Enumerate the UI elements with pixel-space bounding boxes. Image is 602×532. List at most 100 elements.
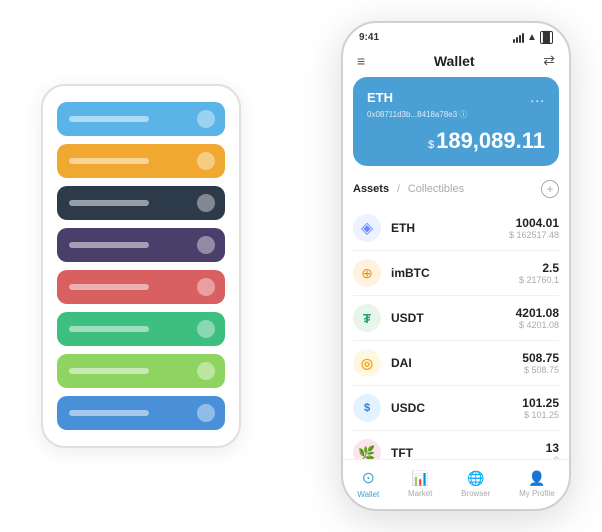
card-text-line bbox=[69, 158, 149, 164]
card-icon bbox=[197, 278, 215, 296]
tft-values: 13 0 bbox=[546, 441, 559, 459]
card-icon bbox=[197, 236, 215, 254]
menu-icon[interactable]: ≡ bbox=[357, 53, 365, 69]
imbtc-icon: ⊕ bbox=[353, 259, 381, 287]
scene: 9:41 ▲ █ ≡ Wallet ⇄ ETH bbox=[11, 11, 591, 521]
usdt-usd: $ 4201.08 bbox=[516, 320, 559, 330]
card-item[interactable] bbox=[57, 186, 225, 220]
eth-card-currency: $ bbox=[428, 139, 434, 151]
asset-list: ◈ ETH 1004.01 $ 162517.48 ⊕ imBTC 2.5 $ … bbox=[353, 206, 559, 459]
assets-header: Assets / Collectibles + bbox=[353, 176, 559, 206]
eth-card-header: ETH ... bbox=[367, 89, 545, 105]
phone-content: ETH ... 0x08711d3b...8418a78e3 ⓘ $189,08… bbox=[343, 77, 569, 459]
eth-symbol: ETH bbox=[391, 221, 509, 235]
eth-values: 1004.01 $ 162517.48 bbox=[509, 216, 559, 240]
market-nav-icon: 📊 bbox=[411, 470, 428, 487]
assets-tabs: Assets / Collectibles bbox=[353, 183, 464, 195]
dai-values: 508.75 $ 508.75 bbox=[522, 351, 559, 375]
profile-nav-label: My Profile bbox=[519, 489, 555, 498]
card-icon bbox=[197, 320, 215, 338]
dai-symbol: DAI bbox=[391, 356, 522, 370]
eth-card-address: 0x08711d3b...8418a78e3 ⓘ bbox=[367, 109, 545, 120]
usdt-icon: ₮ bbox=[353, 304, 381, 332]
tft-amount: 13 bbox=[546, 441, 559, 455]
card-item[interactable] bbox=[57, 312, 225, 346]
card-item[interactable] bbox=[57, 102, 225, 136]
usdc-symbol: USDC bbox=[391, 401, 522, 415]
eth-usd: $ 162517.48 bbox=[509, 230, 559, 240]
nav-browser[interactable]: 🌐 Browser bbox=[461, 470, 490, 498]
eth-card[interactable]: ETH ... 0x08711d3b...8418a78e3 ⓘ $189,08… bbox=[353, 77, 559, 166]
scan-icon[interactable]: ⇄ bbox=[543, 52, 555, 69]
usdt-amount: 4201.08 bbox=[516, 306, 559, 320]
tab-separator: / bbox=[397, 184, 400, 195]
usdc-icon: $ bbox=[353, 394, 381, 422]
phone-header: ≡ Wallet ⇄ bbox=[343, 48, 569, 77]
status-time: 9:41 bbox=[359, 32, 379, 43]
card-item[interactable] bbox=[57, 270, 225, 304]
wifi-icon: ▲ bbox=[527, 32, 537, 43]
wallet-nav-label: Wallet bbox=[357, 490, 379, 499]
card-icon bbox=[197, 194, 215, 212]
eth-card-menu[interactable]: ... bbox=[530, 89, 545, 105]
card-icon bbox=[197, 152, 215, 170]
card-item[interactable] bbox=[57, 144, 225, 178]
usdc-amount: 101.25 bbox=[522, 396, 559, 410]
dai-icon: ◎ bbox=[353, 349, 381, 377]
tab-assets[interactable]: Assets bbox=[353, 183, 389, 195]
usdt-symbol: USDT bbox=[391, 311, 516, 325]
dai-usd: $ 508.75 bbox=[522, 365, 559, 375]
eth-icon: ◈ bbox=[353, 214, 381, 242]
asset-row-tft[interactable]: 🌿 TFT 13 0 bbox=[353, 431, 559, 459]
eth-amount: 1004.01 bbox=[509, 216, 559, 230]
asset-row-imbtc[interactable]: ⊕ imBTC 2.5 $ 21760.1 bbox=[353, 251, 559, 296]
usdt-values: 4201.08 $ 4201.08 bbox=[516, 306, 559, 330]
add-asset-button[interactable]: + bbox=[541, 180, 559, 198]
card-icon bbox=[197, 404, 215, 422]
battery-icon: █ bbox=[540, 31, 553, 44]
card-text-line bbox=[69, 410, 149, 416]
card-stack bbox=[41, 84, 241, 448]
page-title: Wallet bbox=[434, 53, 475, 69]
card-item[interactable] bbox=[57, 228, 225, 262]
card-item[interactable] bbox=[57, 354, 225, 388]
asset-row-dai[interactable]: ◎ DAI 508.75 $ 508.75 bbox=[353, 341, 559, 386]
phone-frame: 9:41 ▲ █ ≡ Wallet ⇄ ETH bbox=[341, 21, 571, 511]
nav-market[interactable]: 📊 Market bbox=[408, 470, 432, 498]
imbtc-symbol: imBTC bbox=[391, 266, 519, 280]
usdc-usd: $ 101.25 bbox=[522, 410, 559, 420]
card-text-line bbox=[69, 368, 149, 374]
card-text-line bbox=[69, 284, 149, 290]
card-text-line bbox=[69, 200, 149, 206]
asset-row-eth[interactable]: ◈ ETH 1004.01 $ 162517.48 bbox=[353, 206, 559, 251]
asset-row-usdc[interactable]: $ USDC 101.25 $ 101.25 bbox=[353, 386, 559, 431]
browser-nav-icon: 🌐 bbox=[467, 470, 484, 487]
market-nav-label: Market bbox=[408, 489, 432, 498]
card-text-line bbox=[69, 326, 149, 332]
card-icon bbox=[197, 362, 215, 380]
asset-row-usdt[interactable]: ₮ USDT 4201.08 $ 4201.08 bbox=[353, 296, 559, 341]
tab-collectibles[interactable]: Collectibles bbox=[408, 183, 464, 195]
eth-card-value: 189,089.11 bbox=[436, 128, 545, 153]
card-text-line bbox=[69, 242, 149, 248]
eth-card-amount: $189,089.11 bbox=[367, 128, 545, 154]
dai-amount: 508.75 bbox=[522, 351, 559, 365]
signal-icon bbox=[513, 33, 524, 43]
nav-wallet[interactable]: ⊙ Wallet bbox=[357, 468, 379, 499]
card-text-line bbox=[69, 116, 149, 122]
imbtc-amount: 2.5 bbox=[519, 261, 559, 275]
tft-icon: 🌿 bbox=[353, 439, 381, 459]
imbtc-usd: $ 21760.1 bbox=[519, 275, 559, 285]
profile-nav-icon: 👤 bbox=[528, 470, 545, 487]
imbtc-values: 2.5 $ 21760.1 bbox=[519, 261, 559, 285]
eth-card-title: ETH bbox=[367, 90, 393, 105]
wallet-nav-icon: ⊙ bbox=[362, 468, 375, 488]
status-bar: 9:41 ▲ █ bbox=[343, 23, 569, 48]
card-icon bbox=[197, 110, 215, 128]
bottom-nav: ⊙ Wallet 📊 Market 🌐 Browser 👤 My Profile bbox=[343, 459, 569, 509]
status-icons: ▲ █ bbox=[513, 31, 553, 44]
nav-profile[interactable]: 👤 My Profile bbox=[519, 470, 555, 498]
tft-symbol: TFT bbox=[391, 446, 546, 459]
browser-nav-label: Browser bbox=[461, 489, 490, 498]
card-item[interactable] bbox=[57, 396, 225, 430]
